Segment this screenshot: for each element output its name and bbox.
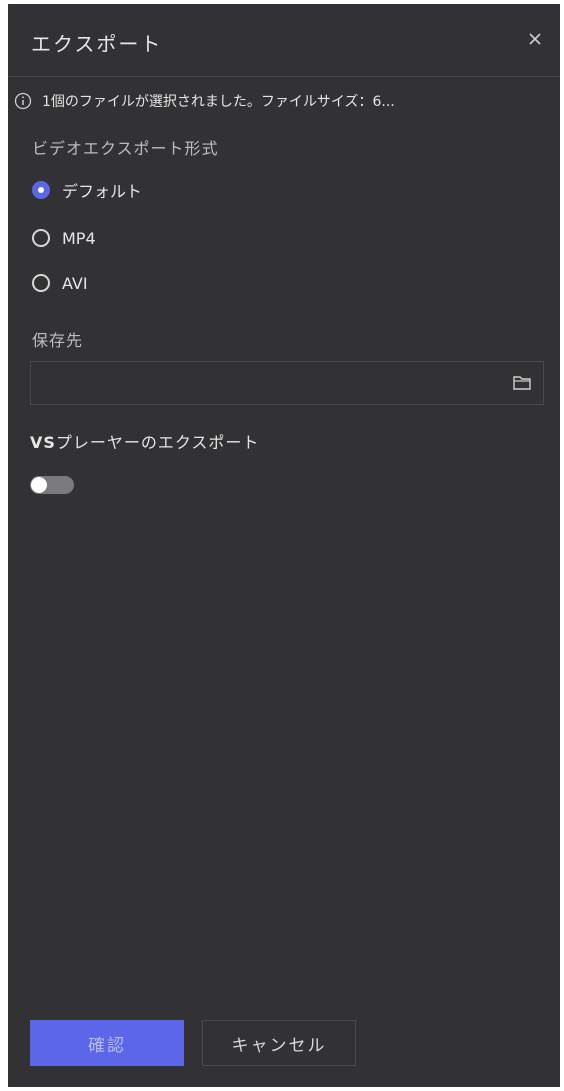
dialog-title: エクスポート — [31, 32, 163, 56]
vs-label-prefix: VS — [30, 433, 56, 452]
toggle-knob — [31, 477, 47, 493]
close-icon — [529, 33, 541, 45]
confirm-button[interactable]: 確認 — [30, 1020, 184, 1066]
format-option-default[interactable]: デフォルト — [32, 178, 142, 202]
format-option-label: AVI — [62, 273, 88, 293]
save-location-label: 保存先 — [32, 331, 84, 350]
vs-player-export-toggle[interactable] — [30, 476, 74, 494]
browse-folder-button[interactable] — [511, 373, 533, 393]
format-option-label: MP4 — [62, 228, 96, 248]
format-label: ビデオエクスポート形式 — [32, 139, 219, 158]
dialog-header: エクスポート — [8, 4, 560, 77]
vs-label-suffix: プレーヤーのエクスポート — [55, 433, 260, 452]
format-option-mp4[interactable]: MP4 — [32, 226, 96, 250]
radio-unchecked-icon — [32, 229, 50, 247]
selection-info-text: 1個のファイルが選択されました。ファイルサイズ：6... — [42, 94, 395, 110]
vs-player-export-label: VSプレーヤーのエクスポート — [30, 429, 259, 453]
close-button[interactable] — [526, 30, 544, 48]
radio-unchecked-icon — [32, 274, 50, 292]
save-location-field — [30, 361, 544, 406]
export-dialog: エクスポート 1個のファイルが選択されました。ファイルサイズ：6... ビデオエ… — [8, 4, 560, 1087]
info-icon — [14, 92, 32, 110]
save-location-input[interactable] — [41, 362, 505, 406]
selection-info: 1個のファイルが選択されました。ファイルサイズ：6... — [14, 90, 554, 112]
cancel-button[interactable]: キャンセル — [202, 1020, 356, 1066]
radio-checked-icon — [32, 181, 50, 199]
format-option-avi[interactable]: AVI — [32, 271, 88, 295]
folder-icon — [513, 376, 531, 390]
format-option-label: デフォルト — [62, 182, 143, 201]
